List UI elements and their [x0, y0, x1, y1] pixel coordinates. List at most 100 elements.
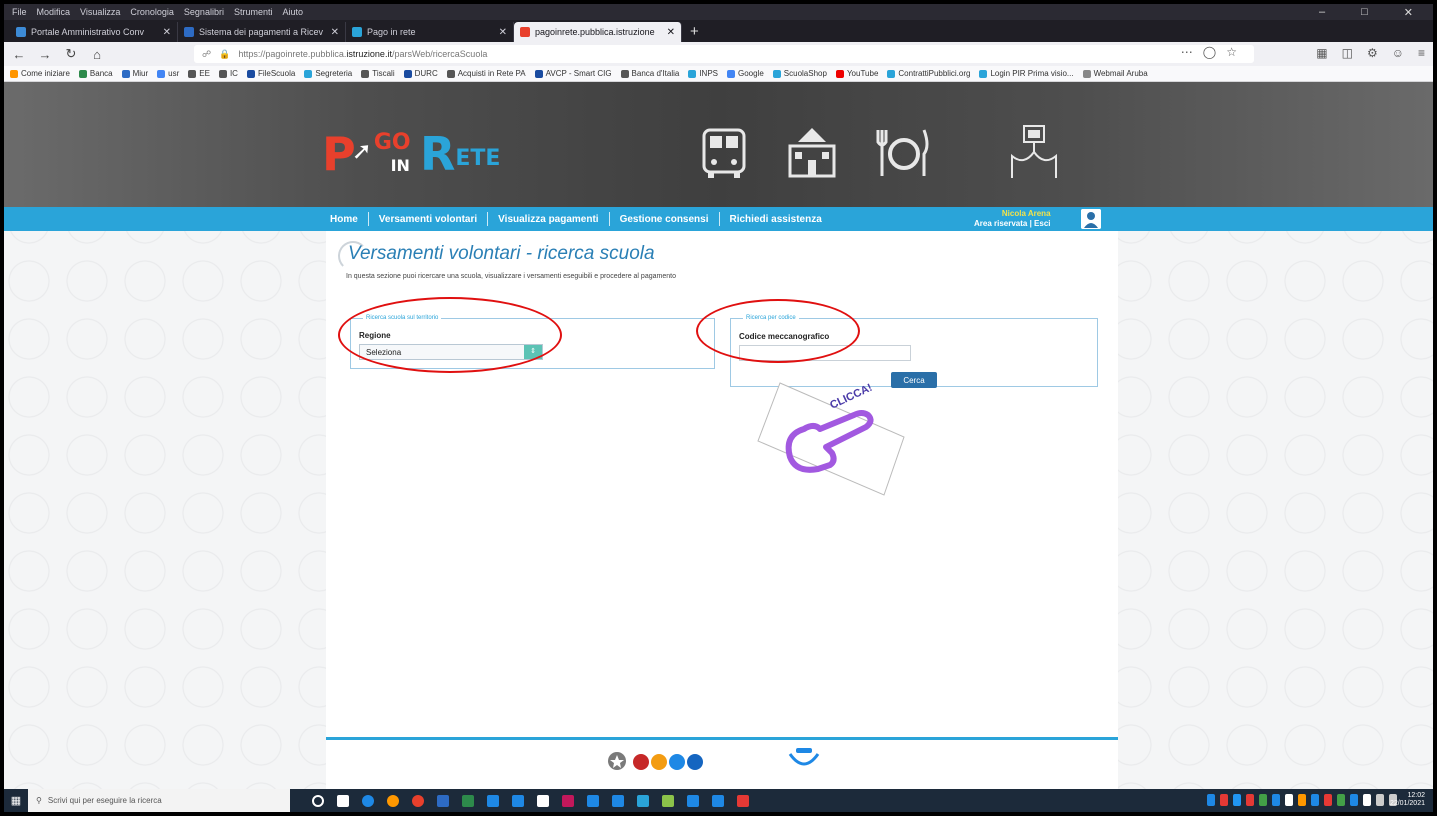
- taskbar-app-icon[interactable]: [362, 794, 374, 807]
- nav-versamenti-volontari[interactable]: Versamenti volontari: [369, 214, 487, 225]
- task-view-icon[interactable]: [312, 794, 324, 807]
- close-tab-icon[interactable]: ✕: [163, 27, 171, 38]
- bookmark-item[interactable]: Acquisti in Rete PA: [446, 69, 526, 78]
- bookmark-item[interactable]: ScuolaShop: [772, 69, 827, 78]
- taskbar-app-icon[interactable]: [637, 794, 649, 807]
- taskbar-app-icon[interactable]: [687, 794, 699, 807]
- taskbar-app-icon[interactable]: [562, 794, 574, 807]
- bookmark-item[interactable]: Google: [727, 69, 764, 78]
- lock-icon[interactable]: 🔒: [219, 49, 230, 60]
- taskbar-app-icon[interactable]: [662, 794, 674, 807]
- tray-icon[interactable]: [1220, 794, 1228, 806]
- nav-visualizza-pagamenti[interactable]: Visualizza pagamenti: [488, 214, 608, 225]
- account-icon[interactable]: ☺: [1392, 46, 1404, 60]
- menu-strumenti[interactable]: Strumenti: [234, 7, 273, 17]
- page-actions-icon[interactable]: ⋯: [1181, 45, 1193, 59]
- taskbar-app-icon[interactable]: [337, 794, 349, 807]
- new-tab-icon[interactable]: +: [690, 22, 699, 42]
- taskbar-search-box[interactable]: ⚲ Scrivi qui per eseguire la ricerca: [28, 789, 290, 812]
- bookmark-item[interactable]: Segreteria: [304, 69, 352, 78]
- taskbar-clock[interactable]: 12:02 22/01/2021: [1390, 792, 1425, 808]
- bookmark-item[interactable]: FileScuola: [246, 69, 295, 78]
- bookmark-item[interactable]: Banca: [78, 69, 113, 78]
- taskbar-app-icon[interactable]: [462, 794, 474, 807]
- forward-icon[interactable]: →: [38, 47, 52, 62]
- browser-tab[interactable]: Sistema dei pagamenti a Ricev ✕: [178, 22, 346, 42]
- bookmark-item[interactable]: AVCP - Smart CIG: [534, 69, 612, 78]
- nav-richiedi-assistenza[interactable]: Richiedi assistenza: [720, 214, 832, 225]
- bookmark-star-icon[interactable]: ☆: [1226, 45, 1237, 59]
- back-icon[interactable]: ←: [12, 47, 26, 62]
- pagoinrete-logo[interactable]: P ➚ GO IN R ETE: [322, 130, 500, 177]
- taskbar-app-icon[interactable]: [537, 794, 549, 807]
- browser-tab-active[interactable]: pagoinrete.pubblica.istruzione ✕: [514, 22, 682, 42]
- library-icon[interactable]: ▦: [1316, 46, 1327, 60]
- browser-tabbar: Portale Amministrativo Conv ✕ Sistema de…: [4, 20, 1433, 42]
- menu-segnalibri[interactable]: Segnalibri: [184, 7, 224, 17]
- taskbar-app-icon[interactable]: [712, 794, 724, 807]
- speaker-icon[interactable]: [1376, 794, 1384, 806]
- menu-visualizza[interactable]: Visualizza: [80, 7, 120, 17]
- bookmark-item[interactable]: ContrattiPubblici.org: [887, 69, 970, 78]
- taskbar-app-icon[interactable]: [512, 794, 524, 807]
- tray-icon[interactable]: [1337, 794, 1345, 806]
- user-name: Nicola Arena: [1001, 209, 1051, 218]
- bookmark-item[interactable]: Miur: [121, 69, 148, 78]
- taskbar-app-icon[interactable]: [587, 794, 599, 807]
- shield-icon[interactable]: ☍: [202, 49, 211, 60]
- bookmark-item[interactable]: Come iniziare: [10, 69, 70, 78]
- taskbar-app-icon[interactable]: [737, 794, 749, 807]
- minimize-icon[interactable]: –: [1319, 6, 1325, 19]
- nav-home[interactable]: Home: [320, 214, 368, 225]
- reload-icon[interactable]: ↻: [64, 46, 78, 62]
- menu-cronologia[interactable]: Cronologia: [130, 7, 174, 17]
- browser-tab[interactable]: Portale Amministrativo Conv ✕: [10, 22, 178, 42]
- tray-icon[interactable]: [1311, 794, 1319, 806]
- tray-icon[interactable]: [1298, 794, 1306, 806]
- bookmark-item[interactable]: EE: [188, 69, 210, 78]
- tray-icon[interactable]: [1350, 794, 1358, 806]
- close-tab-icon[interactable]: ✕: [667, 27, 675, 38]
- tray-icon[interactable]: [1246, 794, 1254, 806]
- extension-icon[interactable]: ⚙: [1367, 46, 1378, 60]
- user-area-links[interactable]: Area riservata | Esci: [974, 219, 1051, 229]
- hamburger-menu-icon[interactable]: ≡: [1418, 46, 1425, 60]
- firefox-icon[interactable]: [412, 794, 424, 807]
- close-tab-icon[interactable]: ✕: [331, 27, 339, 38]
- taskbar-app-icon[interactable]: [612, 794, 624, 807]
- bookmark-item[interactable]: Webmail Aruba: [1082, 69, 1148, 78]
- pocket-icon[interactable]: ◯: [1203, 45, 1216, 59]
- menu-file[interactable]: File: [12, 7, 27, 17]
- tray-icon[interactable]: [1324, 794, 1332, 806]
- taskbar-app-icon[interactable]: [387, 794, 399, 807]
- bookmark-item[interactable]: usr: [157, 69, 179, 78]
- windows-start-icon[interactable]: ▦: [4, 789, 28, 812]
- tray-icon[interactable]: [1272, 794, 1280, 806]
- sidebar-icon[interactable]: ◫: [1342, 46, 1353, 60]
- bookmark-item[interactable]: DURC: [403, 69, 438, 78]
- bookmark-item[interactable]: Tiscali: [361, 69, 395, 78]
- tray-icon[interactable]: [1233, 794, 1241, 806]
- tray-icon[interactable]: [1363, 794, 1371, 806]
- bookmark-item[interactable]: INPS: [688, 69, 718, 78]
- bookmark-item[interactable]: Banca d'Italia: [620, 69, 679, 78]
- maximize-icon[interactable]: □: [1361, 6, 1368, 19]
- nav-gestione-consensi[interactable]: Gestione consensi: [610, 214, 719, 225]
- bookmark-icon: [304, 69, 313, 78]
- bookmark-item[interactable]: YouTube: [835, 69, 878, 78]
- menu-modifica[interactable]: Modifica: [37, 7, 71, 17]
- browser-tab[interactable]: Pago in rete ✕: [346, 22, 514, 42]
- menu-aiuto[interactable]: Aiuto: [282, 7, 303, 17]
- tray-icon[interactable]: [1259, 794, 1267, 806]
- address-bar[interactable]: ☍ 🔒 https://pagoinrete.pubblica.istruzio…: [194, 45, 1254, 63]
- close-window-icon[interactable]: ✕: [1404, 6, 1413, 19]
- taskbar-app-icon[interactable]: [437, 794, 449, 807]
- home-icon[interactable]: ⌂: [90, 47, 104, 62]
- close-tab-icon[interactable]: ✕: [499, 27, 507, 38]
- tray-icon[interactable]: [1207, 794, 1215, 806]
- bookmark-item[interactable]: Login PIR Prima visio...: [979, 69, 1074, 78]
- taskbar-app-icon[interactable]: [487, 794, 499, 807]
- user-avatar-icon[interactable]: [1081, 209, 1101, 229]
- bookmark-item[interactable]: IC: [218, 69, 238, 78]
- tray-icon[interactable]: [1285, 794, 1293, 806]
